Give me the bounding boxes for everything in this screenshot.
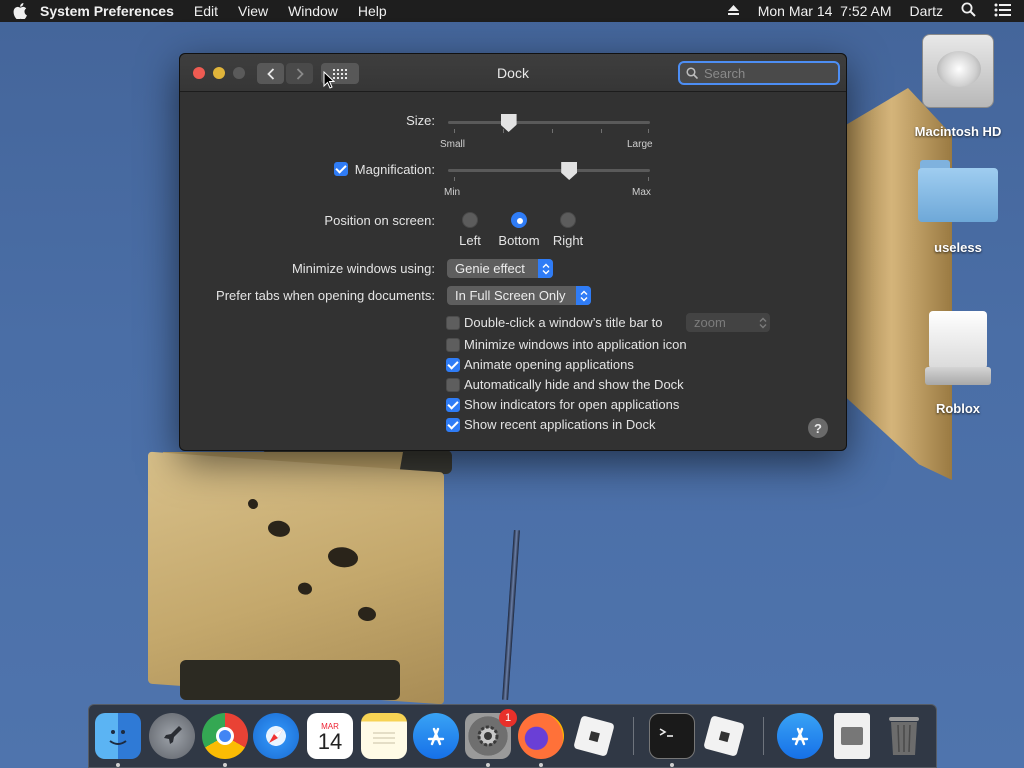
help-button[interactable]: ? xyxy=(808,418,828,438)
terminal-icon[interactable] xyxy=(649,713,695,759)
minimize-effect-popup[interactable]: Genie effect xyxy=(447,259,553,278)
minimize-into-app-icon-label: Minimize windows into application icon xyxy=(464,337,687,352)
menu-edit[interactable]: Edit xyxy=(194,3,218,19)
apple-icon[interactable] xyxy=(0,3,40,19)
desktop-icon-label: Macintosh HD xyxy=(914,124,1002,139)
search-field[interactable] xyxy=(678,61,840,85)
autohide-dock-checkbox[interactable] xyxy=(446,378,460,392)
menu-view[interactable]: View xyxy=(238,3,268,19)
menu-bar: System Preferences Edit View Window Help… xyxy=(0,0,1024,22)
search-input[interactable] xyxy=(704,65,824,81)
wallpaper-antenna xyxy=(502,529,520,701)
magnification-max-label: Max xyxy=(632,187,651,198)
menu-help[interactable]: Help xyxy=(358,3,387,19)
position-right-radio[interactable] xyxy=(560,212,576,228)
wallpaper-box-base xyxy=(180,660,400,700)
desktop-icon-label: useless xyxy=(934,240,982,255)
size-slider-track[interactable] xyxy=(448,121,650,124)
desktop-icon-roblox[interactable]: Roblox xyxy=(910,311,1006,416)
finder-icon[interactable] xyxy=(95,713,141,759)
app-store-download-icon[interactable] xyxy=(777,713,823,759)
title-bar[interactable]: Dock xyxy=(180,54,846,92)
folder-icon xyxy=(918,160,998,222)
position-label: Position on screen: xyxy=(324,213,435,228)
spotlight-search-icon[interactable] xyxy=(961,2,976,20)
chevron-updown-icon xyxy=(755,313,770,332)
notes-icon[interactable] xyxy=(361,713,407,759)
magnification-slider-track[interactable] xyxy=(448,169,650,172)
desktop-icon-macintosh-hd[interactable]: Macintosh HD xyxy=(910,34,1006,139)
roblox-studio-icon[interactable] xyxy=(701,713,747,759)
menu-window[interactable]: Window xyxy=(288,3,338,19)
eject-icon[interactable] xyxy=(727,3,740,19)
prefer-tabs-label: Prefer tabs when opening documents: xyxy=(216,288,435,303)
search-icon xyxy=(686,67,698,79)
show-indicators-checkbox[interactable] xyxy=(446,398,460,412)
system-preferences-icon[interactable]: 1 xyxy=(465,709,517,759)
double-click-action-value: zoom xyxy=(694,315,726,330)
calendar-icon[interactable]: MAR 14 xyxy=(307,713,353,759)
double-click-action-popup[interactable]: zoom xyxy=(686,313,770,332)
prefer-tabs-value: In Full Screen Only xyxy=(455,288,566,303)
magnification-label: Magnification: xyxy=(354,162,435,177)
minimize-into-app-icon-checkbox[interactable] xyxy=(446,338,460,352)
calendar-day: 14 xyxy=(317,728,343,754)
position-left-label: Left xyxy=(459,233,481,248)
position-bottom-radio[interactable] xyxy=(511,212,527,228)
launchpad-icon[interactable] xyxy=(149,713,195,759)
mouse-cursor-icon xyxy=(323,71,335,89)
magnification-min-label: Min xyxy=(444,187,461,198)
show-recent-apps-checkbox[interactable] xyxy=(446,418,460,432)
dock-preferences-window: Dock Size: Small Large Magnification: Mi… xyxy=(179,53,847,451)
disk-image-icon xyxy=(925,311,991,387)
control-center-icon[interactable] xyxy=(994,3,1012,20)
menu-app-name[interactable]: System Preferences xyxy=(40,3,174,19)
app-store-icon[interactable] xyxy=(413,713,459,759)
position-right-label: Right xyxy=(552,233,584,248)
magnification-checkbox[interactable] xyxy=(334,162,348,176)
size-max-label: Large xyxy=(627,139,653,150)
prefer-tabs-popup[interactable]: In Full Screen Only xyxy=(447,286,591,305)
minimize-using-label: Minimize windows using: xyxy=(291,261,435,276)
show-indicators-label: Show indicators for open applications xyxy=(464,397,680,412)
menu-user[interactable]: Dartz xyxy=(910,3,943,19)
safari-icon[interactable] xyxy=(253,713,299,759)
autohide-dock-label: Automatically hide and show the Dock xyxy=(464,377,684,392)
firefox-icon[interactable] xyxy=(518,713,564,759)
menu-clock[interactable]: Mon Mar 14 7:52 AM xyxy=(758,3,892,19)
magnification-slider-thumb[interactable] xyxy=(561,162,578,180)
notification-badge: 1 xyxy=(499,709,517,727)
minimize-effect-value: Genie effect xyxy=(455,261,525,276)
preview-document-icon[interactable] xyxy=(834,713,870,759)
position-left-radio[interactable] xyxy=(462,212,478,228)
animate-opening-label: Animate opening applications xyxy=(464,357,634,372)
roblox-icon[interactable] xyxy=(571,713,617,759)
hard-drive-icon xyxy=(922,34,994,108)
animate-opening-checkbox[interactable] xyxy=(446,358,460,372)
chevron-updown-icon xyxy=(538,259,553,278)
desktop-icon-label: Roblox xyxy=(935,401,981,416)
chevron-updown-icon xyxy=(576,286,591,305)
chrome-icon[interactable] xyxy=(202,713,248,759)
position-bottom-label: Bottom xyxy=(498,233,540,248)
wallpaper-speaker xyxy=(842,88,952,480)
size-label: Size: xyxy=(406,113,435,128)
double-click-checkbox[interactable] xyxy=(446,316,460,330)
show-recent-apps-label: Show recent applications in Dock xyxy=(464,417,656,432)
trash-icon[interactable] xyxy=(881,713,927,759)
size-min-label: Small xyxy=(440,139,466,150)
double-click-label: Double-click a window’s title bar to xyxy=(464,315,663,330)
desktop-icon-useless[interactable]: useless xyxy=(910,154,1006,255)
dock: MAR 14 1 xyxy=(88,704,937,768)
